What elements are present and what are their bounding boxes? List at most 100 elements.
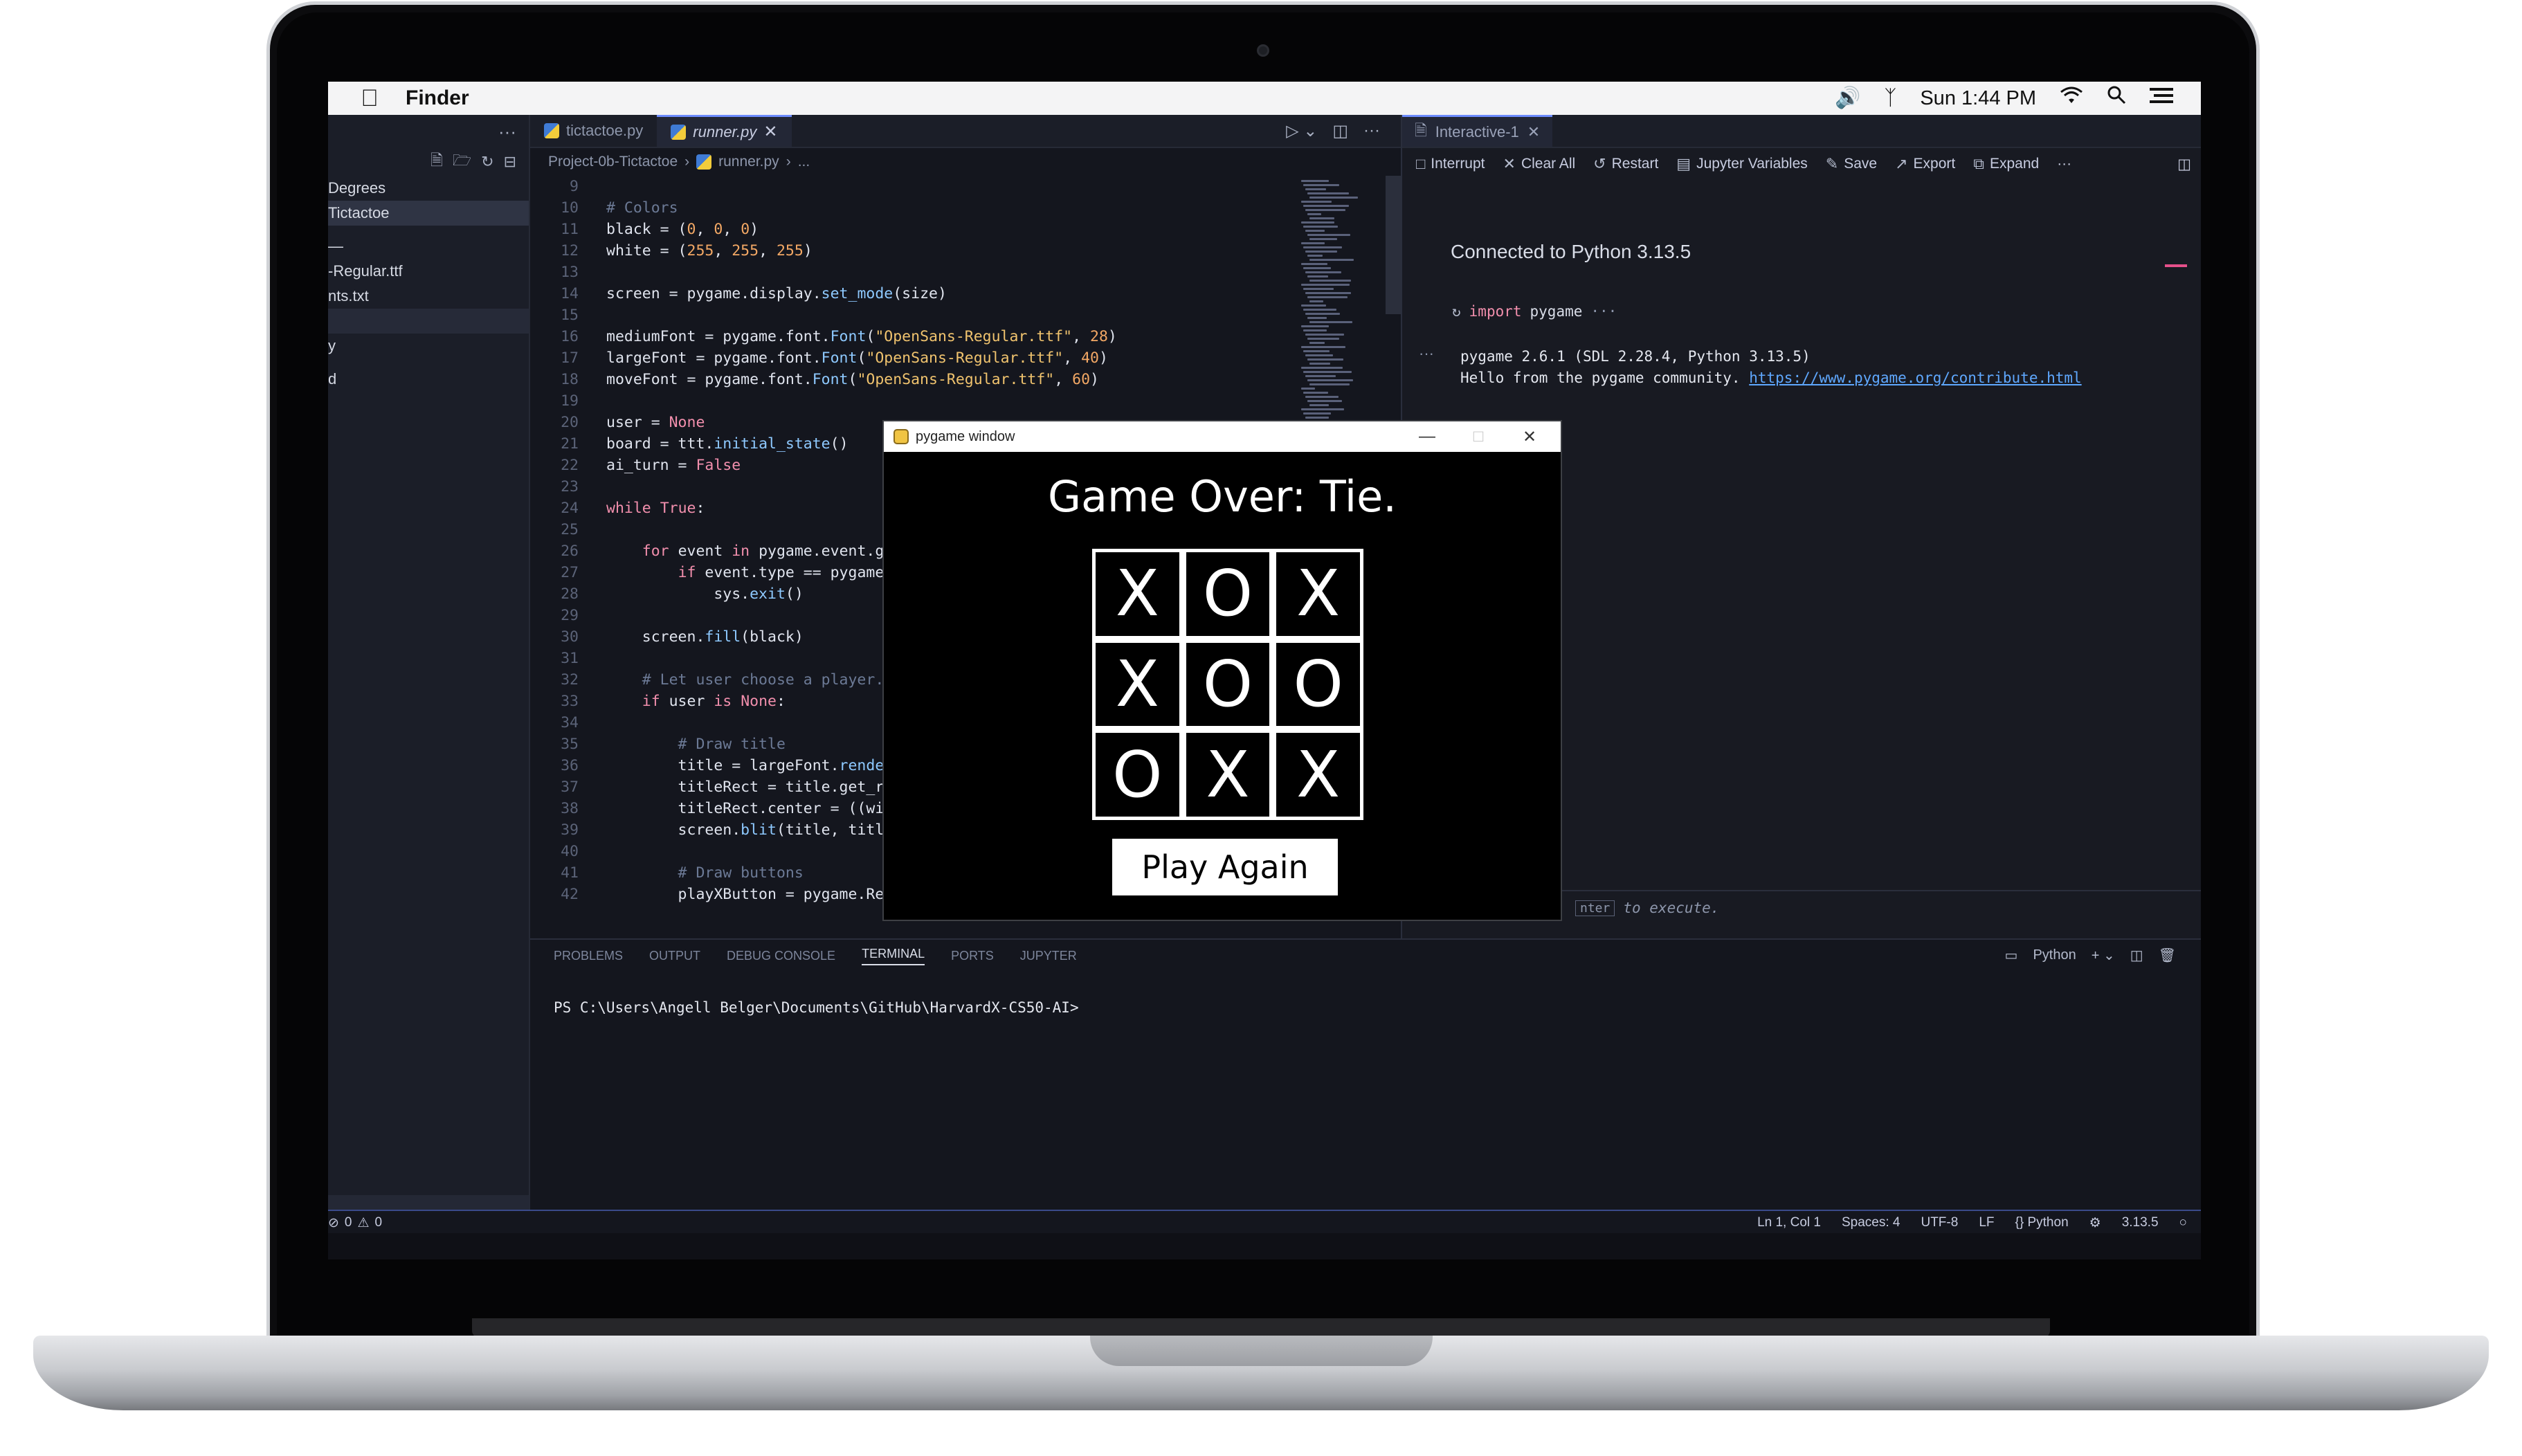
output-more[interactable]: ··· xyxy=(1419,345,1434,363)
more-icon[interactable]: ··· xyxy=(498,121,516,143)
tree-item-py[interactable]: y xyxy=(328,334,529,358)
indentation[interactable]: Spaces: 4 xyxy=(1842,1215,1900,1230)
minimize-icon[interactable]: — xyxy=(1401,427,1453,446)
line-number: 31 xyxy=(561,650,579,667)
line-ending[interactable]: LF xyxy=(1979,1215,1994,1230)
run-icon[interactable]: ▷ ⌄ xyxy=(1286,121,1317,141)
tree-item-runner[interactable] xyxy=(328,309,529,334)
new-file-icon[interactable]: 🗎 xyxy=(430,149,443,175)
code-line[interactable]: 16 mediumFont = pygame.font.Font("OpenSan… xyxy=(530,326,1401,347)
camera xyxy=(1257,44,1269,57)
restart-button[interactable]: ↺ Restart xyxy=(1593,155,1658,173)
tab-jupyter[interactable]: JUPYTER xyxy=(1020,949,1077,963)
new-folder-icon[interactable]: 🗁 xyxy=(453,149,471,175)
terminal-prompt[interactable]: PS C:\Users\Angell Belger\Documents\GitH… xyxy=(554,999,1079,1016)
cell-input[interactable]: ↻ import pygame ··· xyxy=(1452,303,1617,320)
minimap-line xyxy=(1307,379,1353,381)
add-terminal-icon[interactable]: + ⌄ xyxy=(2092,947,2115,964)
board-cell[interactable]: O xyxy=(1092,729,1183,820)
code-line[interactable]: 10 # Colors xyxy=(530,197,1401,219)
tab-runner[interactable]: runner.py ✕ xyxy=(657,115,792,147)
breadcrumb-folder[interactable]: Project-0b-Tictactoe xyxy=(548,154,678,170)
list-icon[interactable] xyxy=(2150,82,2173,115)
split-editor-icon[interactable]: ◫ xyxy=(1332,121,1348,141)
refresh-icon[interactable]: ↻ xyxy=(481,153,493,171)
close-icon[interactable]: ✕ xyxy=(1504,427,1555,447)
board-cell[interactable]: X xyxy=(1092,639,1183,730)
code-line[interactable]: 17 largeFont = pygame.font.Font("OpenSans… xyxy=(530,347,1401,369)
breadcrumb-symbol[interactable]: ... xyxy=(798,154,810,170)
volume-icon[interactable]: 🔊 xyxy=(1835,82,1860,115)
play-again-button[interactable]: Play Again xyxy=(1112,839,1338,895)
line-number: 20 xyxy=(561,414,579,431)
code-line[interactable]: 11 black = (0, 0, 0) xyxy=(530,219,1401,240)
tab-interactive[interactable]: 🗎 Interactive-1 ✕ xyxy=(1402,115,1553,147)
copilot-icon[interactable]: ⚙ xyxy=(2089,1215,2101,1231)
tab-debug-console[interactable]: DEBUG CONSOLE xyxy=(727,949,835,963)
tab-problems[interactable]: PROBLEMS xyxy=(554,949,623,963)
python-version[interactable]: 3.13.5 xyxy=(2122,1215,2159,1230)
wifi-icon[interactable] xyxy=(2060,82,2083,115)
tab-tictactoe[interactable]: tictactoe.py xyxy=(530,115,657,147)
board-cell[interactable]: X xyxy=(1182,729,1273,820)
status-problems[interactable]: ⊘ 0 ⚠ 0 xyxy=(328,1211,382,1235)
editor-scrollbar[interactable] xyxy=(1386,176,1401,314)
board-cell[interactable]: O xyxy=(1182,639,1273,730)
tree-item-d[interactable]: d xyxy=(328,367,529,392)
interrupt-button[interactable]: □ Interrupt xyxy=(1416,155,1485,173)
bell-icon[interactable]: ○ xyxy=(2179,1215,2187,1230)
expand-button[interactable]: ⧉ Expand xyxy=(1973,155,2039,173)
code-line[interactable]: 14 screen = pygame.display.set_mode(size) xyxy=(530,283,1401,304)
app-menu-finder[interactable]: Finder xyxy=(406,87,469,110)
apple-icon[interactable]:  xyxy=(353,82,386,115)
tree-item-degrees[interactable]: Degrees xyxy=(328,176,529,201)
close-icon[interactable]: ✕ xyxy=(763,122,777,142)
search-icon[interactable] xyxy=(2107,82,2126,115)
board-cell[interactable]: O xyxy=(1182,549,1273,639)
maximize-icon[interactable]: □ xyxy=(1453,427,1504,446)
minimap-line xyxy=(1301,263,1327,265)
language-mode[interactable]: {} Python xyxy=(2015,1215,2069,1230)
split-terminal-icon[interactable]: ◫ xyxy=(2130,947,2143,964)
export-button[interactable]: ↗ Export xyxy=(1895,155,1955,173)
contribute-link[interactable]: https://www.pygame.org/contribute.html xyxy=(1749,370,2081,386)
code-line[interactable]: 19 xyxy=(530,390,1401,412)
bluetooth-icon[interactable]: ᛉ xyxy=(1884,82,1896,115)
code-line[interactable]: 18 moveFont = pygame.font.Font("OpenSans-… xyxy=(530,369,1401,390)
tree-item-tictactoe[interactable]: Tictactoe xyxy=(328,201,529,226)
save-button[interactable]: ✎ Save xyxy=(1826,155,1877,173)
kernel-icon[interactable]: ◫ xyxy=(2177,156,2191,173)
close-icon[interactable]: ✕ xyxy=(1527,123,1540,141)
minimap-line xyxy=(1309,383,1350,385)
pygame-titlebar[interactable]: pygame window — □ ✕ xyxy=(884,421,1561,452)
board-cell[interactable]: O xyxy=(1273,639,1363,730)
tree-item-requirements[interactable]: nts.txt xyxy=(328,284,529,309)
cursor-position[interactable]: Ln 1, Col 1 xyxy=(1757,1215,1821,1230)
variables-button[interactable]: ▤ Jupyter Variables xyxy=(1676,155,1808,173)
code-line[interactable]: 13 xyxy=(530,262,1401,283)
tab-output[interactable]: OUTPUT xyxy=(649,949,700,963)
code-line[interactable]: 12 white = (255, 255, 255) xyxy=(530,240,1401,262)
board-cell[interactable]: X xyxy=(1273,729,1363,820)
bottom-panel: PROBLEMS OUTPUT DEBUG CONSOLE TERMINAL P… xyxy=(530,938,2201,1210)
menu-clock[interactable]: Sun 1:44 PM xyxy=(1920,87,2036,110)
trash-icon[interactable]: 🗑 xyxy=(2159,947,2176,964)
tab-ports[interactable]: PORTS xyxy=(951,949,994,963)
breadcrumb-file[interactable]: runner.py xyxy=(718,154,779,170)
more-button[interactable]: ··· xyxy=(2057,156,2071,172)
encoding[interactable]: UTF-8 xyxy=(1921,1215,1958,1230)
board-cell[interactable]: X xyxy=(1273,549,1363,639)
tab-terminal[interactable]: TERMINAL xyxy=(862,947,925,965)
tree-item-font-file[interactable]: -Regular.ttf xyxy=(328,259,529,284)
code-line[interactable]: 15 xyxy=(530,304,1401,326)
minimap-line xyxy=(1305,354,1333,356)
more-icon[interactable]: ··· xyxy=(1363,121,1380,140)
collapse-icon[interactable]: ⊟ xyxy=(504,153,516,171)
clear-all-button[interactable]: ✕ Clear All xyxy=(1503,155,1576,173)
line-content: user = None xyxy=(606,414,705,431)
code-line[interactable]: 9 xyxy=(530,176,1401,197)
board-cell[interactable]: X xyxy=(1092,549,1183,639)
cell-more[interactable]: ··· xyxy=(1590,303,1617,320)
shell-label[interactable]: Python xyxy=(2033,947,2076,963)
tree-item-separator[interactable]: — xyxy=(328,234,529,259)
